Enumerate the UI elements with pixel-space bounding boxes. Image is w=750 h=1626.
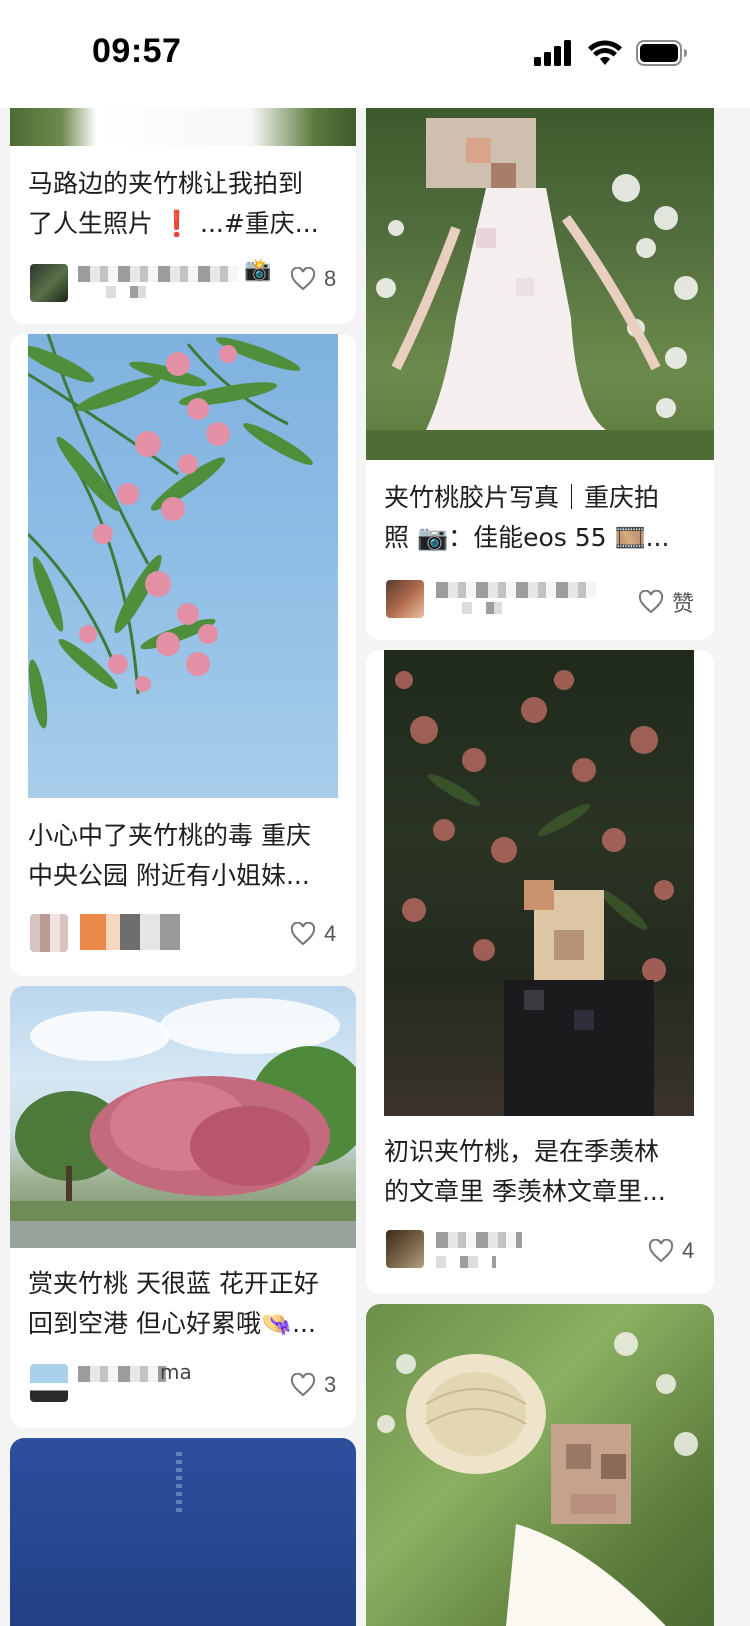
heart-outline-icon: [290, 922, 316, 946]
note-title: 夹竹桃胶片写真｜重庆拍 照 📷：佳能eos 55 🎞️...: [384, 483, 670, 552]
like-button[interactable]: 8: [290, 266, 336, 292]
note-title: 马路边的夹竹桃让我拍到 了人生照片 ❗ ...#重庆...: [28, 169, 319, 238]
author-name-suffix: ma: [160, 1360, 192, 1384]
status-bar: 09:57: [0, 0, 750, 108]
like-count: 4: [682, 1238, 695, 1263]
like-count: 4: [324, 921, 337, 946]
note-title: 赏夹竹桃 天很蓝 花开正好 回到空港 但心好累哦👒...: [28, 1269, 319, 1338]
heart-outline-icon: [648, 1239, 674, 1263]
like-button[interactable]: 4: [648, 1238, 694, 1264]
note-cover-image: [10, 986, 356, 1248]
note-cover-image: [366, 1304, 714, 1626]
author-name-extra: [462, 602, 502, 614]
avatar[interactable]: [30, 264, 68, 302]
avatar[interactable]: [30, 914, 68, 952]
portrait-photo-illustration: [366, 118, 714, 460]
like-button[interactable]: 赞: [638, 586, 694, 618]
avatar[interactable]: [386, 1230, 424, 1268]
wifi-icon: [588, 40, 622, 65]
note-card[interactable]: [10, 1438, 356, 1626]
heart-outline-icon: [638, 590, 664, 614]
like-count: 3: [324, 1372, 337, 1397]
cellular-signal-icon: [534, 40, 571, 66]
avatar[interactable]: [30, 1364, 68, 1402]
note-card[interactable]: 赏夹竹桃 天很蓝 花开正好 回到空港 但心好累哦👒... ma 3: [10, 986, 356, 1428]
note-card[interactable]: [366, 1304, 714, 1626]
author-name-extra: [436, 1256, 496, 1268]
note-title: 初识夹竹桃，是在季羡林 的文章里 季羡林文章里...: [384, 1137, 666, 1206]
heart-outline-icon: [290, 1373, 316, 1397]
note-card[interactable]: 小心中了夹竹桃的毒 重庆 中央公园 附近有小姐妹... 4: [10, 334, 356, 976]
tree-landscape-illustration: [10, 998, 356, 1248]
author-name[interactable]: [78, 1366, 166, 1382]
author-name[interactable]: [78, 266, 238, 282]
note-cover-image: [10, 108, 356, 146]
note-card[interactable]: 初识夹竹桃，是在季羡林 的文章里 季羡林文章里... 4: [366, 650, 714, 1294]
author-emoji: 📸: [244, 258, 272, 283]
avatar[interactable]: [386, 580, 424, 618]
straw-hat-portrait-illustration: [377, 1332, 698, 1626]
note-cover-image: [366, 108, 714, 460]
heart-outline-icon: [290, 267, 316, 291]
status-time: 09:57: [92, 32, 182, 70]
like-count: 赞: [672, 591, 695, 616]
note-cover-image: [10, 1438, 356, 1626]
status-icons: [534, 40, 688, 66]
note-card[interactable]: 夹竹桃胶片写真｜重庆拍 照 📷：佳能eos 55 🎞️... 赞: [366, 108, 714, 640]
oleander-branch-illustration: [28, 334, 313, 729]
author-name[interactable]: [436, 1232, 522, 1248]
note-title: 小心中了夹竹桃的毒 重庆 中央公园 附近有小姐妹...: [28, 821, 311, 890]
author-name[interactable]: [436, 582, 596, 598]
note-card[interactable]: 马路边的夹竹桃让我拍到 了人生照片 ❗ ...#重庆... 📸 8: [10, 108, 356, 324]
author-name-extra: [106, 286, 146, 298]
like-count: 8: [324, 266, 337, 291]
battery-icon: [636, 40, 687, 66]
like-button[interactable]: 3: [290, 1372, 336, 1398]
author-name[interactable]: [80, 914, 180, 950]
flowers-portrait-illustration: [395, 670, 674, 1116]
like-button[interactable]: 4: [290, 921, 336, 947]
note-cover-image: [384, 650, 694, 1116]
note-cover-image: [28, 334, 338, 798]
